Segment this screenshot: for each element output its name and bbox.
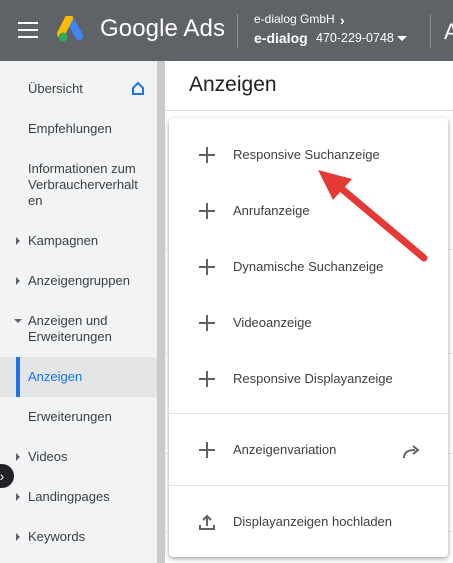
account-id[interactable]: 470-229-0748 — [316, 31, 394, 45]
sidebar-item-label: Anzeigen und Erweiterungen — [28, 313, 112, 344]
page-title: Anzeigen — [189, 73, 277, 96]
sidebar-item-label: Anzeigen — [28, 369, 83, 384]
sidebar-item-anzeigengruppen[interactable]: Anzeigengruppen — [0, 269, 157, 293]
menu-item-label: Dynamische Suchanzeige — [233, 259, 384, 274]
sidebar-item-keywords[interactable]: Keywords — [0, 525, 157, 549]
plus-icon — [199, 147, 215, 163]
divider — [165, 110, 453, 111]
menu-item-label: Anzeigenvariation — [233, 442, 337, 457]
home-icon — [132, 81, 144, 95]
caret-right-icon — [16, 453, 20, 461]
sidebar-item-kampagnen[interactable]: Kampagnen — [0, 229, 157, 253]
sidebar-item-label: Landingpages — [28, 489, 110, 504]
sidebar-item-anzeigen-und-erweiterungen[interactable]: Anzeigen und Erweiterungen — [0, 309, 157, 349]
sidebar-item-label: Informationen zum Verbraucherverhalt en — [28, 161, 138, 208]
sidebar-item-label: Erweiterungen — [28, 409, 112, 424]
sidebar-item-empfehlungen[interactable]: Empfehlungen — [0, 117, 157, 141]
topbar-cut-text: A — [444, 19, 453, 44]
upload-icon — [199, 514, 215, 530]
sidebar-item-label: Übersicht — [28, 81, 83, 96]
account-name[interactable]: e-dialog — [254, 30, 308, 46]
menu-item-label: Displayanzeigen hochladen — [233, 514, 393, 529]
menu-icon[interactable] — [18, 22, 38, 38]
menu-item-label: Videoanzeige — [233, 315, 312, 330]
caret-right-icon — [16, 277, 20, 285]
parent-account[interactable]: e-dialog GmbH — [254, 12, 335, 26]
top-bar: Google Ads e-dialog GmbH › e-dialog 470-… — [0, 0, 453, 61]
sidebar-item-label: Keywords — [28, 529, 86, 544]
chevron-right-icon[interactable]: › — [340, 12, 345, 28]
menu-item-displayanzeigen-hochladen[interactable]: Displayanzeigen hochladen — [169, 494, 448, 550]
new-ad-menu: Responsive Suchanzeige Anrufanzeige Dyna… — [169, 118, 448, 557]
sidebar-item-anzeigen[interactable]: Anzeigen — [0, 357, 157, 397]
sidebar-scrollbar[interactable] — [157, 61, 165, 563]
topbar-divider — [237, 14, 238, 48]
sidebar-item-verbraucherverhalten[interactable]: Informationen zum Verbraucherverhalt en — [0, 157, 157, 213]
menu-item-anzeigenvariation[interactable]: Anzeigenvariation — [169, 422, 448, 478]
plus-icon — [199, 442, 215, 458]
plus-icon — [199, 371, 215, 387]
plus-icon — [199, 259, 215, 275]
plus-icon — [199, 315, 215, 331]
menu-item-label: Responsive Displayanzeige — [233, 371, 393, 386]
menu-item-label: Anrufanzeige — [233, 203, 310, 218]
topbar-divider — [430, 14, 431, 48]
sidebar-item-label: Videos — [28, 449, 68, 464]
caret-right-icon — [16, 237, 20, 245]
sidebar: Übersicht Empfehlungen Informationen zum… — [0, 61, 157, 563]
sidebar-item-label: Empfehlungen — [28, 121, 112, 136]
menu-item-responsive-suchanzeige[interactable]: Responsive Suchanzeige — [169, 127, 448, 183]
caret-right-icon — [16, 493, 20, 501]
menu-item-dynamische-suchanzeige[interactable]: Dynamische Suchanzeige — [169, 239, 448, 295]
menu-item-responsive-displayanzeige[interactable]: Responsive Displayanzeige — [169, 351, 448, 407]
menu-divider — [169, 485, 448, 486]
sidebar-item-erweiterungen[interactable]: Erweiterungen — [0, 405, 157, 429]
sidebar-item-landingpages[interactable]: Landingpages — [0, 485, 157, 509]
active-indicator — [16, 357, 20, 397]
caret-right-icon — [16, 533, 20, 541]
sidebar-item-label: Anzeigengruppen — [28, 273, 130, 288]
google-ads-logo — [57, 16, 83, 42]
sidebar-item-label: Kampagnen — [28, 233, 99, 248]
caret-down-icon — [14, 319, 22, 323]
plus-icon — [199, 203, 215, 219]
menu-item-label: Responsive Suchanzeige — [233, 147, 380, 162]
menu-item-anrufanzeige[interactable]: Anrufanzeige — [169, 183, 448, 239]
share-arrow-icon — [403, 445, 420, 459]
menu-item-videoanzeige[interactable]: Videoanzeige — [169, 295, 448, 351]
app-title: Google Ads — [100, 15, 226, 42]
account-dropdown-icon[interactable] — [397, 36, 407, 41]
sidebar-item-videos[interactable]: Videos — [0, 445, 157, 469]
menu-divider — [169, 413, 448, 414]
